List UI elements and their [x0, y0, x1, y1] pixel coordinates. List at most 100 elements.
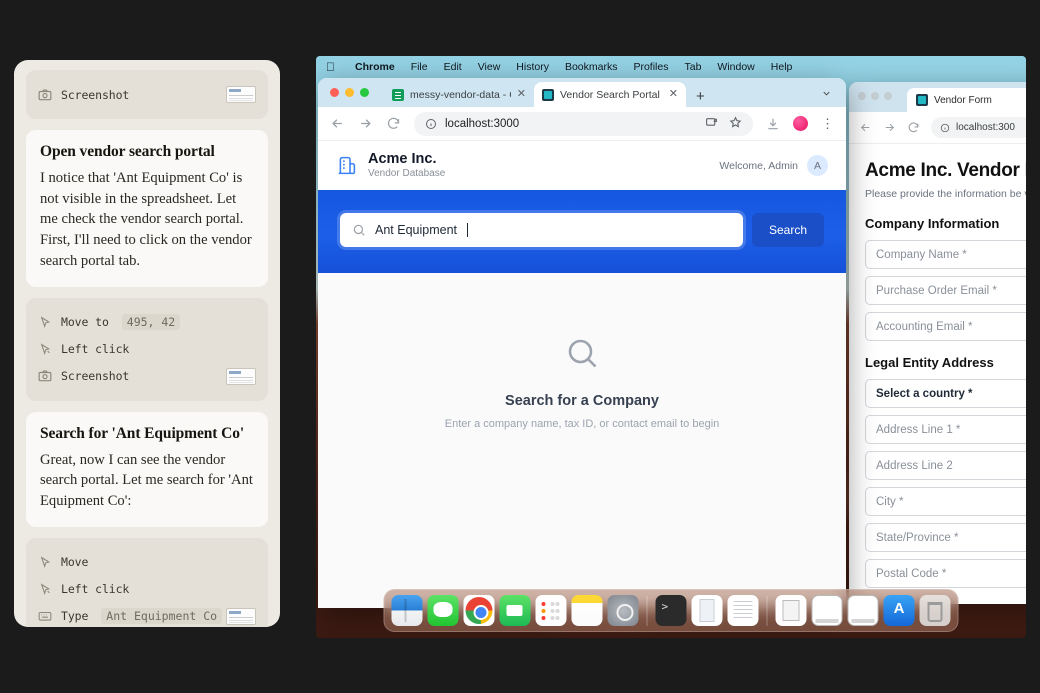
reminders-icon[interactable] [535, 595, 567, 626]
thought-body: Great, now I can see the vendor search p… [40, 451, 253, 510]
thought-title: Search for 'Ant Equipment Co' [40, 424, 245, 442]
close-window-button[interactable] [330, 88, 339, 97]
menu-item-file[interactable]: File [403, 61, 436, 73]
text-caret [467, 223, 468, 237]
terminal-icon[interactable] [655, 595, 687, 626]
building-icon [336, 155, 357, 176]
preview-icon[interactable] [691, 595, 723, 626]
facetime-icon[interactable] [499, 595, 531, 626]
action-row-left-click[interactable]: Left click [38, 576, 256, 603]
country-select[interactable]: Select a country * [865, 379, 1026, 409]
chrome-profile-avatar[interactable] [793, 116, 808, 131]
action-row-left-click[interactable]: Left click [38, 336, 256, 363]
action-label: Left click [61, 342, 130, 357]
state-province-field[interactable]: State/Province * [865, 523, 1026, 553]
vendor-form-page: Acme Inc. Vendor R Please provide the in… [849, 144, 1026, 604]
action-row-type[interactable]: Type Ant Equipment Co [38, 603, 256, 627]
menu-item-history[interactable]: History [508, 61, 557, 73]
chevron-down-icon[interactable] [821, 86, 832, 104]
back-icon[interactable] [330, 116, 345, 131]
avatar[interactable]: A [807, 155, 828, 176]
apple-logo-icon[interactable]:  [326, 61, 335, 73]
menu-item-profiles[interactable]: Profiles [625, 61, 676, 73]
maximize-window-button[interactable] [360, 88, 369, 97]
tab-vendor-search-portal[interactable]: Vendor Search Portal ✕ [534, 82, 686, 107]
forward-icon[interactable] [358, 116, 373, 131]
city-field[interactable]: City * [865, 487, 1026, 517]
portal-page-header: Acme Inc. Vendor Database Welcome, Admin… [318, 141, 846, 190]
menu-item-tab[interactable]: Tab [676, 61, 709, 73]
menu-item-chrome[interactable]: Chrome [347, 61, 403, 73]
vendor-form-window[interactable]: Vendor Form localhost:300 Acme Inc. Vend… [849, 82, 1026, 604]
action-row-screenshot[interactable]: Screenshot [38, 363, 256, 390]
settings-icon[interactable] [607, 595, 639, 626]
cursor-icon [38, 315, 52, 329]
cursor-click-icon [38, 342, 52, 356]
chrome-icon[interactable] [463, 595, 495, 626]
reload-icon[interactable] [907, 121, 920, 134]
tab-label: messy-vendor-data - Googl [410, 88, 511, 101]
window-traffic-lights[interactable] [858, 92, 892, 100]
reload-icon[interactable] [386, 116, 401, 131]
menu-item-window[interactable]: Window [709, 61, 762, 73]
window-traffic-lights[interactable] [330, 88, 369, 97]
address-line-2-field[interactable]: Address Line 2 [865, 451, 1026, 481]
action-value: 495, 42 [121, 314, 181, 331]
action-card: Move Left click Type Ant Equipment Co [26, 537, 268, 627]
action-row-move-to[interactable]: Move to 495, 42 [38, 309, 256, 336]
close-tab-icon[interactable]: ✕ [517, 89, 526, 100]
tab-messy-vendor-data[interactable]: messy-vendor-data - Googl ✕ [384, 82, 534, 107]
purchase-order-email-field[interactable]: Purchase Order Email * [865, 276, 1026, 306]
notes-icon[interactable] [571, 595, 603, 626]
close-tab-icon[interactable]: ✕ [669, 89, 678, 100]
screenshot-thumbnail[interactable] [226, 86, 256, 103]
address-line-1-field[interactable]: Address Line 1 * [865, 415, 1026, 445]
finder-icon[interactable] [391, 595, 423, 626]
search-button[interactable]: Search [751, 213, 824, 247]
textedit-icon[interactable] [727, 595, 759, 626]
vendor-search-portal-window[interactable]: messy-vendor-data - Googl ✕ Vendor Searc… [318, 78, 846, 608]
menu-item-view[interactable]: View [470, 61, 509, 73]
window-icon[interactable] [847, 595, 879, 626]
bookmark-star-icon[interactable] [729, 115, 742, 132]
search-input[interactable]: Ant Equipment [340, 213, 743, 247]
downloads-icon[interactable] [766, 117, 780, 131]
forward-icon[interactable] [883, 121, 896, 134]
empty-state-title: Search for a Company [505, 393, 659, 409]
form-address-bar[interactable]: localhost:300 [931, 117, 1026, 138]
user-area: Welcome, Admin A [719, 155, 828, 176]
pages-icon[interactable] [775, 595, 807, 626]
form-url-text: localhost:300 [956, 122, 1015, 133]
menu-item-bookmarks[interactable]: Bookmarks [557, 61, 626, 73]
form-subtitle: Please provide the information be vendor… [865, 188, 1026, 200]
action-label: Move to [61, 315, 109, 330]
thought-card: Open vendor search portal I notice that … [26, 130, 268, 287]
browser-toolbar: localhost:3000 ⋮ [318, 107, 846, 141]
accounting-email-field[interactable]: Accounting Email * [865, 312, 1026, 342]
new-tab-button[interactable]: + [696, 89, 705, 104]
url-text: localhost:3000 [445, 117, 520, 130]
messages-icon[interactable] [427, 595, 459, 626]
address-bar[interactable]: localhost:3000 [414, 111, 753, 136]
back-icon[interactable] [859, 121, 872, 134]
window-icon[interactable] [811, 595, 843, 626]
app-store-icon[interactable] [883, 595, 915, 626]
action-row[interactable]: Screenshot [38, 81, 256, 108]
screenshot-thumbnail[interactable] [226, 607, 256, 625]
menu-item-help[interactable]: Help [763, 61, 801, 73]
tab-label: Vendor Search Portal [560, 88, 660, 101]
action-row-move[interactable]: Move [38, 549, 256, 576]
tab-vendor-form[interactable]: Vendor Form [907, 88, 1026, 112]
form-tab-strip: Vendor Form [849, 82, 1026, 112]
menu-item-edit[interactable]: Edit [436, 61, 470, 73]
company-name-field[interactable]: Company Name * [865, 240, 1026, 270]
share-icon[interactable] [705, 116, 718, 132]
trash-icon[interactable] [919, 595, 951, 626]
thought-body: I notice that 'Ant Equipment Co' is not … [40, 170, 252, 269]
chrome-menu-icon[interactable]: ⋮ [821, 117, 834, 130]
macos-desktop:  Chrome File Edit View History Bookmark… [316, 56, 1026, 638]
sheets-icon [392, 88, 404, 101]
minimize-window-button[interactable] [345, 88, 354, 97]
screenshot-thumbnail[interactable] [226, 367, 256, 385]
postal-code-field[interactable]: Postal Code * [865, 559, 1026, 589]
